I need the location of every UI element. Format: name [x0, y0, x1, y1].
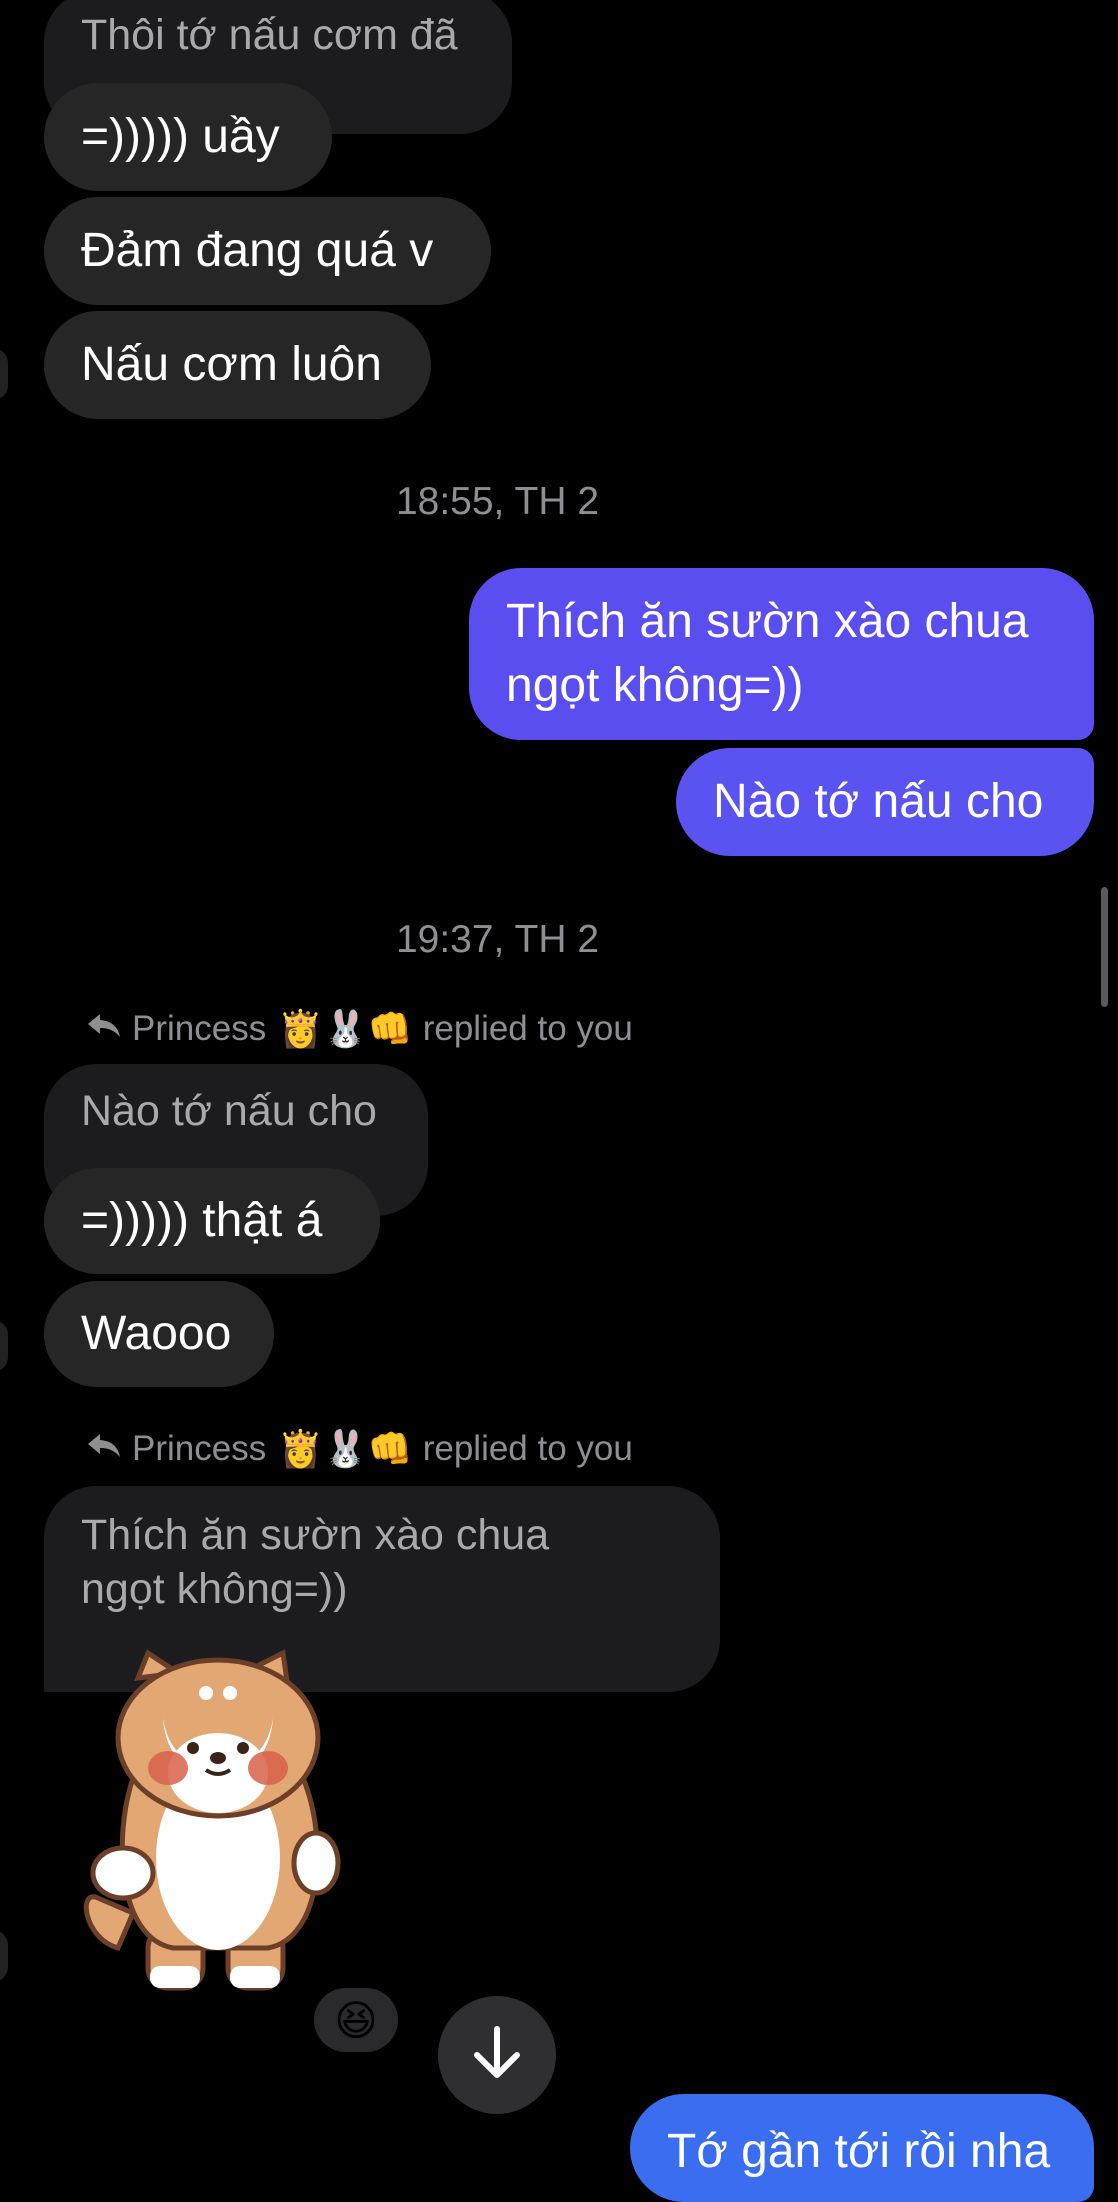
reply-indicator: Princess 👸🐰👊 replied to you — [86, 1005, 633, 1053]
reply-sender-name: Princess — [132, 1009, 267, 1048]
incoming-message[interactable]: =))))) uầy — [44, 83, 332, 191]
arrow-down-icon — [471, 2025, 523, 2086]
message-text: Waooo — [81, 1307, 232, 1360]
incoming-message[interactable]: =))))) thật á — [44, 1168, 380, 1274]
scrollbar[interactable] — [1101, 887, 1108, 1007]
message-text: Tớ gần tới rồi nha — [667, 2125, 1051, 2178]
avatar[interactable] — [0, 1930, 8, 1982]
message-text: Nấu cơm luôn — [81, 338, 382, 391]
message-text-line: ngọt không=)) — [506, 659, 804, 712]
quoted-text-line: Thích ăn sườn xào chua — [81, 1511, 550, 1559]
message-text-line: Thích ăn sườn xào chua — [506, 595, 1029, 648]
shiba-dog-sticker[interactable] — [78, 1648, 378, 1998]
outgoing-message[interactable]: Nào tớ nấu cho — [676, 748, 1094, 856]
quoted-text: Nào tớ nấu cho — [81, 1087, 377, 1135]
incoming-message[interactable]: Waooo — [44, 1281, 274, 1387]
incoming-message[interactable]: Nấu cơm luôn — [44, 311, 431, 419]
outgoing-message[interactable]: Thích ăn sườn xào chua ngọt không=)) — [469, 568, 1094, 740]
reply-action-text: replied to you — [422, 1009, 633, 1048]
message-text: =))))) uầy — [81, 110, 280, 163]
reply-sender-emojis: 👸🐰👊 — [278, 1008, 413, 1049]
avatar[interactable] — [0, 348, 8, 400]
message-text: Thôi tớ nấu cơm đã — [81, 11, 458, 59]
message-text: Nào tớ nấu cho — [713, 775, 1044, 828]
reply-sender-emojis: 👸🐰👊 — [278, 1428, 413, 1469]
incoming-message[interactable]: Đảm đang quá v — [44, 197, 491, 305]
reply-action-text: replied to you — [422, 1429, 633, 1468]
message-text: Đảm đang quá v — [81, 224, 434, 277]
timestamp: 18:55, TH 2 — [395, 480, 600, 523]
message-reaction[interactable]: 😆 — [314, 1988, 398, 2052]
reply-indicator: Princess 👸🐰👊 replied to you — [86, 1425, 633, 1473]
timestamp: 19:37, TH 2 — [395, 918, 600, 961]
outgoing-message[interactable]: Tớ gần tới rồi nha — [630, 2094, 1094, 2202]
message-text: =))))) thật á — [81, 1194, 323, 1247]
reply-sender-name: Princess — [132, 1429, 267, 1468]
reply-arrow-icon — [86, 1425, 122, 1473]
reply-arrow-icon — [86, 1005, 122, 1053]
avatar[interactable] — [0, 1320, 8, 1372]
quoted-text-line: ngọt không=)) — [81, 1565, 348, 1613]
reaction-emoji: 😆 — [334, 1996, 378, 2044]
scroll-to-bottom-button[interactable] — [438, 1996, 556, 2114]
